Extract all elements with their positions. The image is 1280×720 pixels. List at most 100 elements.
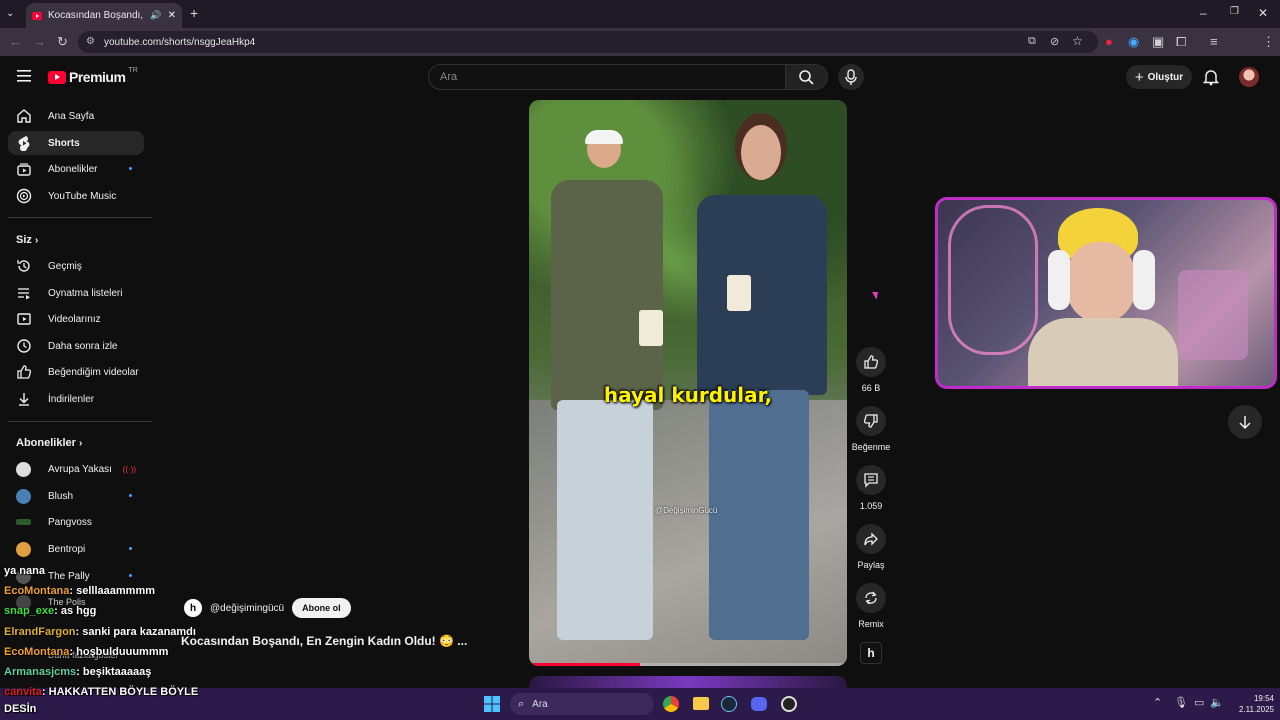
menu-dots-icon[interactable]: ⋮ — [1262, 35, 1275, 49]
video-person-cap — [585, 130, 623, 144]
dislike-button[interactable]: Beğenme — [850, 406, 892, 452]
video-person-head — [741, 125, 781, 180]
video-watermark: @DeğişiminGücü — [655, 506, 718, 515]
sidebar-item-playlists[interactable]: Oynatma listeleri — [8, 281, 144, 305]
taskbar-search[interactable]: ⌕ Ara — [510, 693, 654, 715]
create-button[interactable]: + Oluştur — [1126, 65, 1192, 89]
windows-start-icon[interactable] — [484, 696, 500, 712]
sidebar-you-header[interactable]: Siz › — [16, 234, 38, 246]
sidebar: Ana Sayfa Shorts Abonelikler YouTube Mus… — [0, 98, 160, 688]
youtube-premium-logo[interactable]: Premium TR — [48, 67, 138, 85]
sidebar-item-subscriptions[interactable]: Abonelikler — [8, 157, 144, 181]
steam-icon[interactable] — [721, 696, 737, 712]
new-tab-icon[interactable]: + — [190, 5, 198, 21]
shorts-video-player[interactable]: hayal kurdular, @DeğişiminGücü — [529, 100, 847, 666]
sidebar-divider — [8, 217, 152, 218]
bookmark-star-icon[interactable]: ☆ — [1072, 34, 1083, 48]
sidebar-item-your-videos[interactable]: Videolarınız — [8, 307, 144, 331]
sidebar-item-history[interactable]: Geçmiş — [8, 254, 144, 278]
channel-name: The Pally — [48, 570, 90, 582]
remix-icon — [856, 583, 886, 613]
channel-logo-icon[interactable]: h — [184, 599, 202, 617]
extension-icon[interactable]: ◉ — [1128, 35, 1139, 49]
speaker-icon[interactable]: 🔊 — [150, 10, 161, 21]
streamer-sweater — [1028, 318, 1178, 386]
video-progress-bar[interactable] — [529, 663, 847, 666]
next-short-preview[interactable] — [529, 676, 847, 688]
tab-search-icon[interactable]: ⌄ — [6, 8, 14, 19]
extension-icon[interactable]: ▣ — [1152, 35, 1164, 49]
tab-close-icon[interactable]: ✕ — [168, 10, 176, 21]
sidebar-item-liked-videos[interactable]: Beğendiğim videolar — [8, 360, 144, 384]
sidebar-item-label: Daha sonra izle — [48, 340, 118, 352]
sidebar-item-label: Abonelikler — [48, 163, 98, 175]
chat-text: : sanki para kazanamdı — [75, 626, 196, 638]
comments-button[interactable]: 1.059 — [850, 465, 892, 511]
chevron-up-icon[interactable]: ⌃ — [1153, 696, 1162, 709]
volume-icon[interactable]: 🔈 — [1210, 696, 1224, 709]
subscribe-button[interactable]: Abone ol — [292, 598, 351, 618]
back-icon[interactable]: ← — [9, 35, 22, 49]
puzzle-icon[interactable]: ⧠ — [1176, 35, 1186, 49]
chat-text: : as hgg — [54, 605, 97, 617]
extension-icon[interactable]: ● — [1105, 35, 1113, 49]
media-control-icon[interactable]: ≡ — [1210, 35, 1218, 49]
coffee-cup — [639, 310, 663, 346]
sidebar-divider — [8, 421, 152, 422]
close-window-icon[interactable]: ✕ — [1258, 6, 1268, 20]
chat-user: canvita — [4, 686, 42, 698]
sidebar-channel-avrupa-yakasi[interactable]: Avrupa Yakası ((·)) — [8, 457, 144, 481]
short-title[interactable]: Kocasından Boşandı, En Zengin Kadın Oldu… — [181, 634, 467, 648]
display-icon[interactable]: ▭ — [1194, 696, 1204, 709]
clock-time: 19:54 — [1253, 694, 1274, 703]
share-button[interactable]: Paylaş — [850, 524, 892, 570]
sidebar-item-downloads[interactable]: İndirilenler — [8, 387, 144, 411]
like-button[interactable]: 66 B — [850, 347, 892, 393]
sidebar-item-shorts[interactable]: Shorts — [8, 131, 144, 155]
chevron-right-icon: › — [34, 235, 39, 246]
search-button[interactable] — [786, 64, 828, 90]
obs-icon[interactable] — [781, 696, 797, 712]
microphone-icon[interactable]: 🎙 — [1174, 696, 1188, 709]
voice-search-button[interactable] — [838, 64, 864, 90]
discord-icon[interactable] — [751, 697, 767, 711]
eye-off-icon[interactable]: ⊘ — [1050, 35, 1059, 48]
minimize-icon[interactable]: – — [1200, 6, 1207, 20]
sidebar-channel-blush[interactable]: Blush — [8, 484, 144, 508]
remix-label: Remix — [858, 619, 884, 629]
reload-icon[interactable]: ↻ — [57, 35, 68, 49]
file-explorer-icon[interactable] — [693, 697, 709, 710]
account-avatar[interactable] — [1239, 67, 1259, 87]
hamburger-menu-icon[interactable] — [17, 70, 31, 82]
sidebar-channel-bentropi[interactable]: Bentropi — [8, 537, 144, 561]
microphone-icon — [845, 69, 857, 85]
address-bar[interactable]: ⚙ youtube.com/shorts/nsggJeaHkp4 ⧉ ⊘ ☆ — [78, 31, 1098, 53]
channel-thumbnail-icon[interactable]: h — [860, 642, 882, 664]
youtube-logo-icon — [48, 70, 66, 84]
sidebar-item-watch-later[interactable]: Daha sonra izle — [8, 334, 144, 358]
sidebar-item-home[interactable]: Ana Sayfa — [8, 104, 144, 128]
video-person-jeans — [557, 400, 653, 640]
restore-icon[interactable]: ❐ — [1230, 6, 1239, 17]
taskbar-clock[interactable]: 19:54 2.11.2025 — [1226, 693, 1274, 715]
streamer-webcam — [935, 197, 1277, 389]
remix-button[interactable]: Remix — [850, 583, 892, 629]
notifications-bell-icon[interactable] — [1203, 68, 1219, 86]
logo-text: Premium — [69, 69, 126, 85]
next-short-button[interactable] — [1228, 405, 1262, 439]
chrome-icon[interactable] — [663, 696, 679, 712]
sidebar-channel-pangvoss[interactable]: Pangvoss — [8, 510, 144, 534]
comment-icon — [856, 465, 886, 495]
chat-message: EcoMontana: hoşbulduuummm — [4, 646, 168, 658]
sidebar-item-youtube-music[interactable]: YouTube Music — [8, 184, 144, 208]
sidebar-subscriptions-header[interactable]: Abonelikler › — [16, 437, 82, 449]
cast-icon[interactable]: ⧉ — [1028, 35, 1036, 48]
section-title: Siz — [16, 234, 32, 246]
site-info-icon[interactable]: ⚙ — [86, 36, 95, 47]
live-icon: ((·)) — [122, 465, 136, 474]
new-content-dot — [129, 547, 132, 550]
forward-icon[interactable]: → — [33, 35, 46, 49]
search-input[interactable]: Ara — [428, 64, 786, 90]
channel-handle[interactable]: @değişimingücü — [210, 603, 284, 614]
browser-tab[interactable]: Kocasından Boşandı, En Zengin Kadın Oldu… — [26, 3, 182, 28]
